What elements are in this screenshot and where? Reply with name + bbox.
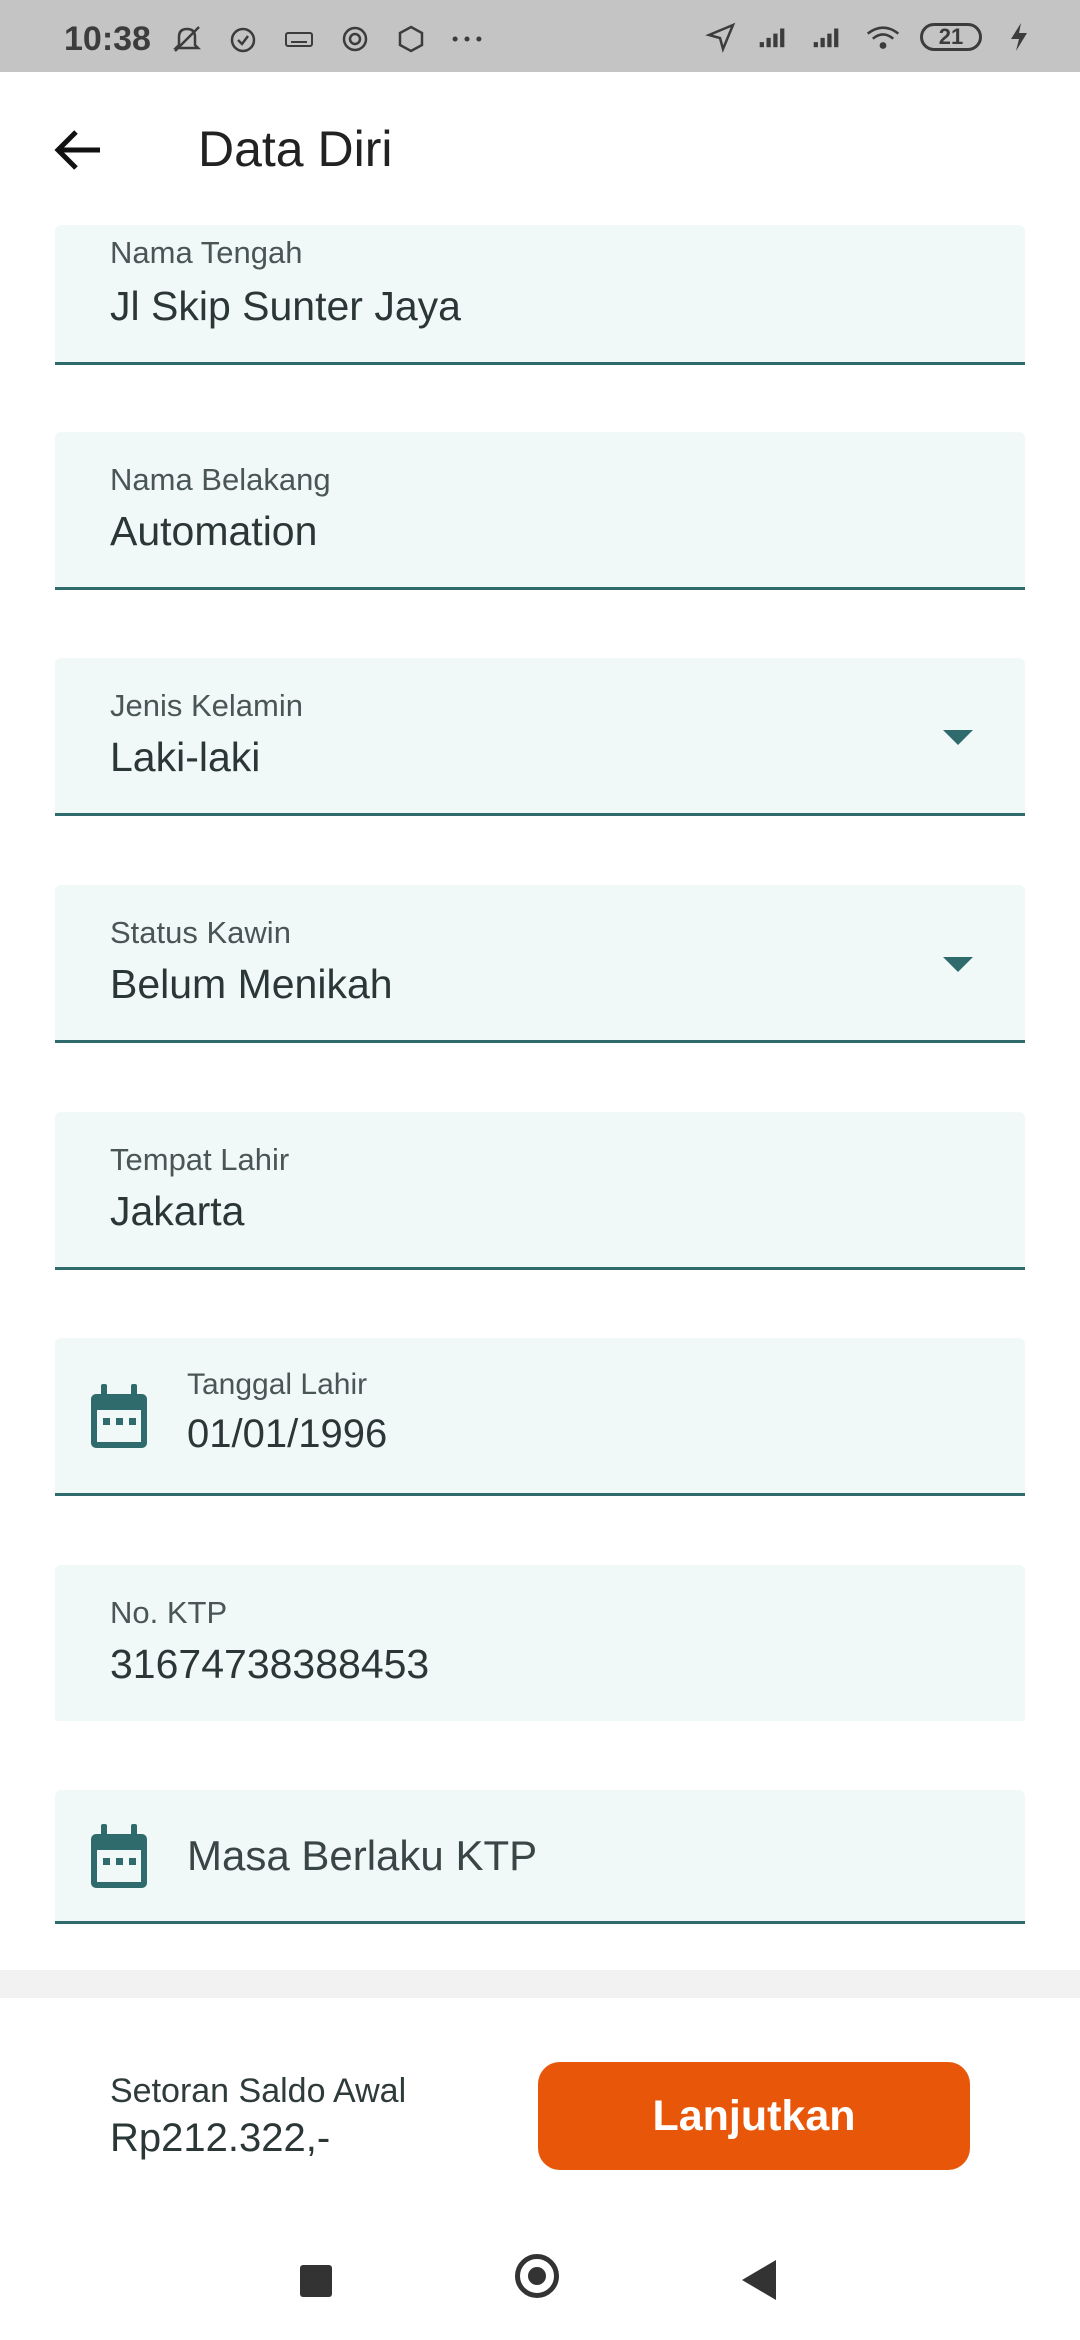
status-kawin-dropdown[interactable]: Status Kawin Belum Menikah — [55, 885, 1025, 1043]
system-nav-bar — [0, 2210, 1080, 2340]
mute-icon — [170, 22, 204, 56]
tempat-lahir-label: Tempat Lahir — [110, 1142, 290, 1177]
nama-tengah-field[interactable]: Nama Tengah Jl Skip Sunter Jaya — [55, 225, 1025, 365]
dropdown-arrow-icon — [943, 957, 973, 972]
nama-tengah-label: Nama Tengah — [110, 235, 303, 270]
status-bar: 10:38 21 — [0, 0, 1080, 72]
alarm-icon — [226, 22, 260, 56]
location-icon — [704, 20, 738, 54]
jenis-kelamin-value: Laki-laki — [110, 734, 261, 780]
recents-button[interactable] — [300, 2265, 332, 2297]
jenis-kelamin-dropdown[interactable]: Jenis Kelamin Laki-laki — [55, 658, 1025, 816]
wifi-icon — [866, 20, 900, 54]
nama-tengah-value: Jl Skip Sunter Jaya — [110, 283, 461, 329]
more-icon — [450, 22, 484, 56]
saldo-value: Rp212.322,- — [110, 2116, 331, 2160]
tanggal-lahir-label: Tanggal Lahir — [187, 1368, 368, 1401]
tanggal-lahir-value: 01/01/1996 — [187, 1412, 388, 1456]
no-ktp-field[interactable]: No. KTP 31674738388453 — [55, 1565, 1025, 1721]
calendar-icon — [91, 1384, 147, 1448]
section-divider — [0, 1970, 1080, 1998]
calendar-icon — [91, 1824, 147, 1888]
tanggal-lahir-field[interactable]: Tanggal Lahir 01/01/1996 — [55, 1338, 1025, 1496]
status-left-icons — [170, 22, 484, 56]
system-back-button[interactable] — [742, 2260, 776, 2300]
dropdown-arrow-icon — [943, 730, 973, 745]
nama-belakang-label: Nama Belakang — [110, 462, 331, 497]
app-header: Data Diri — [0, 72, 1080, 222]
no-ktp-label: No. KTP — [110, 1595, 228, 1630]
status-kawin-value: Belum Menikah — [110, 961, 393, 1007]
home-icon — [528, 2267, 546, 2285]
charging-icon — [1002, 20, 1036, 54]
signal-icon — [758, 20, 792, 54]
tempat-lahir-field[interactable]: Tempat Lahir Jakarta — [55, 1112, 1025, 1270]
status-kawin-label: Status Kawin — [110, 915, 291, 950]
back-button[interactable] — [46, 118, 110, 182]
settings-icon — [338, 22, 372, 56]
home-button[interactable] — [515, 2254, 559, 2298]
nama-belakang-value: Automation — [110, 508, 318, 554]
page-title: Data Diri — [198, 121, 393, 177]
no-ktp-value: 31674738388453 — [110, 1641, 430, 1687]
status-right-icons: 21 — [704, 20, 1036, 54]
lanjutkan-button[interactable]: Lanjutkan — [538, 2062, 970, 2170]
keyboard-icon — [282, 22, 316, 56]
back-arrow-icon — [54, 130, 100, 170]
status-time: 10:38 — [64, 20, 151, 58]
app-icon — [394, 22, 428, 56]
signal-icon — [812, 20, 846, 54]
saldo-label: Setoran Saldo Awal — [110, 2072, 407, 2110]
nama-belakang-field[interactable]: Nama Belakang Automation — [55, 432, 1025, 590]
masa-berlaku-ktp-placeholder: Masa Berlaku KTP — [187, 1832, 538, 1879]
masa-berlaku-ktp-field[interactable]: Masa Berlaku KTP — [55, 1790, 1025, 1924]
tempat-lahir-value: Jakarta — [110, 1188, 245, 1234]
jenis-kelamin-label: Jenis Kelamin — [110, 688, 303, 723]
battery-icon: 21 — [920, 23, 982, 51]
